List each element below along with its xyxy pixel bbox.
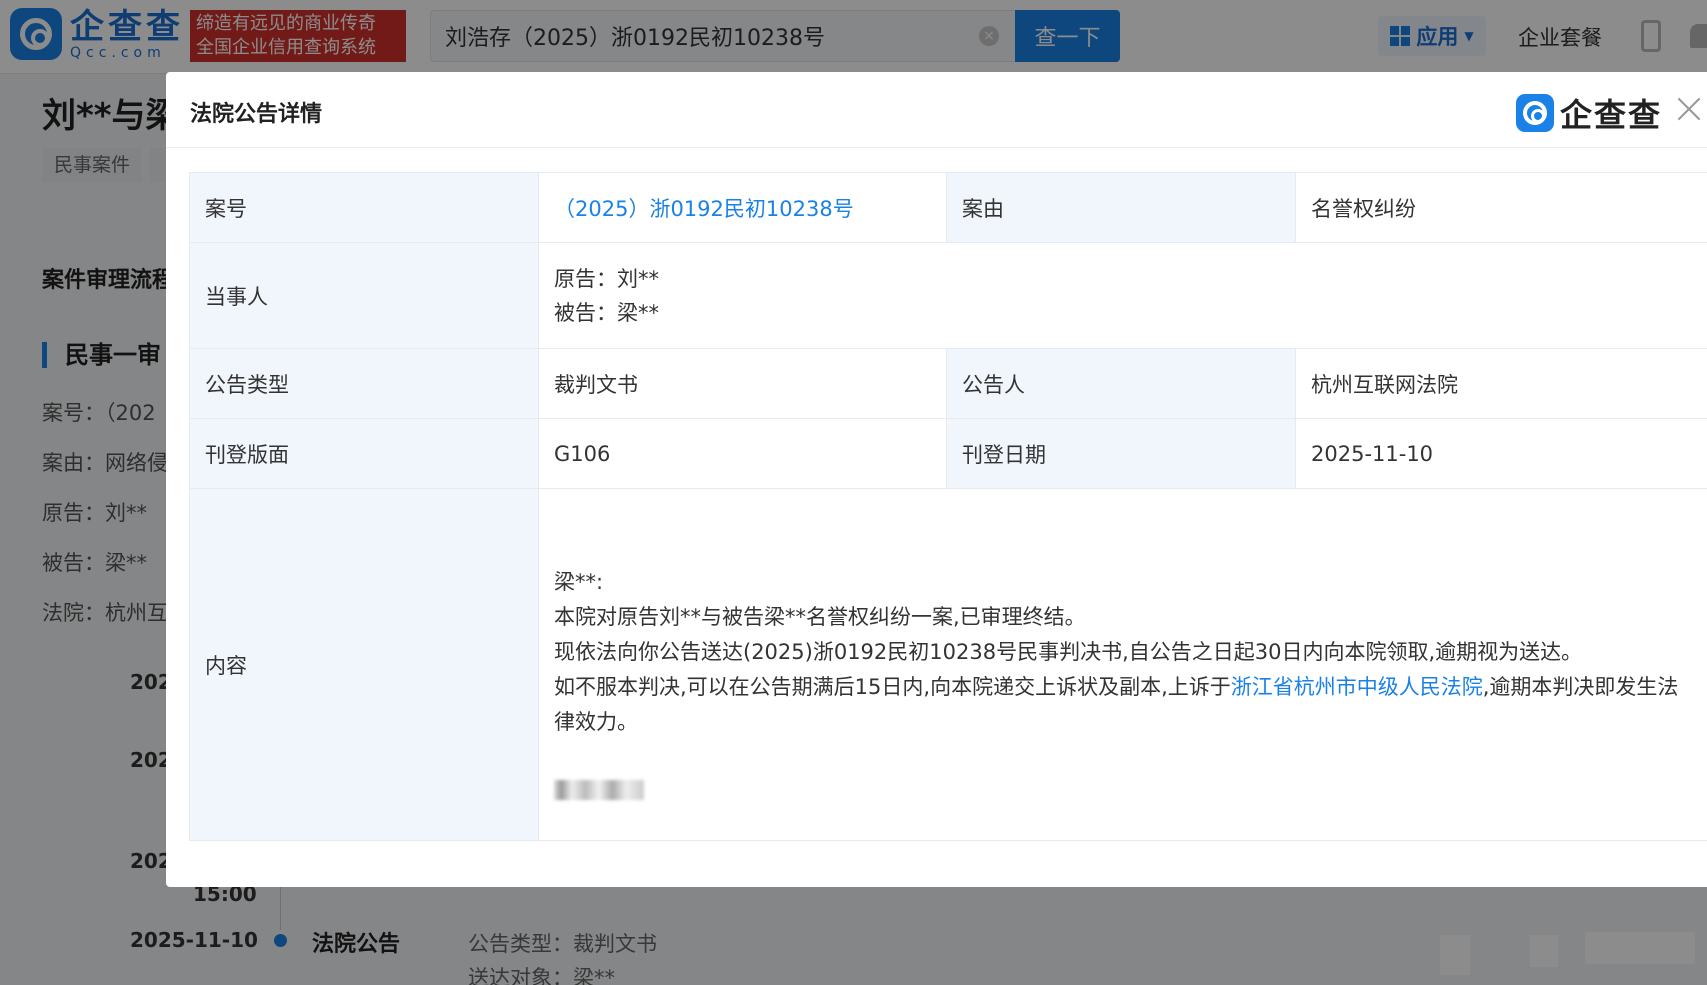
label-announcer: 公告人 [946, 348, 1296, 419]
table-row: 刊登版面 G106 刊登日期 2025-11-10 [189, 418, 1707, 489]
content-paragraph: 本院对原告刘**与被告梁**名誉权纠纷一案,已审理终结。 [554, 604, 1086, 629]
table-row: 当事人 原告：刘** 被告：梁** [189, 242, 1707, 349]
table-row: 案号 （2025）浙0192民初10238号 案由 名誉权纠纷 [189, 172, 1707, 243]
modal-logo: 企查查 [1516, 90, 1662, 136]
label-cause: 案由 [946, 172, 1296, 243]
plaintiff-text: 原告：刘** [554, 266, 659, 291]
appeal-court-link[interactable]: 浙江省杭州市中级人民法院 [1231, 675, 1483, 699]
value-case-no: （2025）浙0192民初10238号 [538, 172, 947, 243]
value-date: 2025-11-10 [1295, 418, 1707, 489]
value-announcer: 杭州互联网法院 [1295, 348, 1707, 419]
value-parties: 原告：刘** 被告：梁** [538, 242, 1707, 349]
modal-header: 法院公告详情 企查查 [166, 72, 1707, 148]
close-icon[interactable] [1674, 94, 1704, 124]
label-case-no: 案号 [189, 172, 539, 243]
modal-logo-text: 企查查 [1560, 96, 1663, 134]
blurred-signature [554, 779, 644, 800]
label-parties: 当事人 [189, 242, 539, 349]
content-paragraph: 现依法向你公告送达(2025)浙0192民初10238号民事判决书,自公告之日起… [554, 639, 1583, 664]
value-notice-type: 裁判文书 [538, 348, 947, 419]
content-appeal-text: 如不服本判决,可以在公告期满后15日内,向本院递交上诉状及副本,上诉于 [554, 674, 1231, 699]
content-addressee: 梁**: [554, 569, 604, 594]
court-notice-modal: 法院公告详情 企查查 案号 （2025）浙0192民初10238号 案由 名誉权… [166, 72, 1707, 887]
case-no-link[interactable]: （2025）浙0192民初10238号 [554, 197, 854, 221]
value-cause: 名誉权纠纷 [1295, 172, 1707, 243]
content-body: 梁**: 本院对原告刘**与被告梁**名誉权纠纷一案,已审理终结。 现依法向你公… [554, 565, 1692, 740]
modal-title: 法院公告详情 [190, 102, 323, 127]
content-paragraph: 如不服本判决,可以在公告期满后15日内,向本院递交上诉状及副本,上诉于浙江省杭州… [554, 670, 1692, 740]
label-notice-type: 公告类型 [189, 348, 539, 419]
table-row: 内容 梁**: 本院对原告刘**与被告梁**名誉权纠纷一案,已审理终结。 现依法… [189, 488, 1707, 841]
table-row: 公告类型 裁判文书 公告人 杭州互联网法院 [189, 348, 1707, 419]
notice-detail-table: 案号 （2025）浙0192民初10238号 案由 名誉权纠纷 当事人 原告：刘… [189, 172, 1707, 841]
label-content: 内容 [189, 488, 539, 841]
label-date: 刊登日期 [946, 418, 1296, 489]
value-content: 梁**: 本院对原告刘**与被告梁**名誉权纠纷一案,已审理终结。 现依法向你公… [538, 488, 1707, 841]
label-page: 刊登版面 [189, 418, 539, 489]
defendant-text: 被告：梁** [554, 300, 659, 325]
qcc-logo-icon [1516, 94, 1554, 132]
value-page: G106 [538, 418, 947, 489]
